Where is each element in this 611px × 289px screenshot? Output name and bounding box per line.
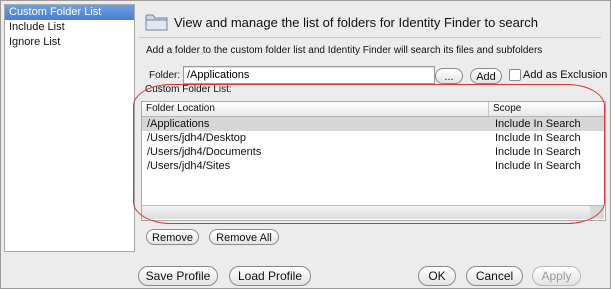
remove-all-button[interactable]: Remove All: [209, 229, 279, 245]
sidebar-item-ignore-list[interactable]: Ignore List: [5, 35, 134, 50]
add-as-exclusion-label: Add as Exclusion: [523, 69, 608, 81]
folder-path-input[interactable]: [183, 66, 435, 84]
section-header: View and manage the list of folders for …: [145, 8, 600, 36]
page-title: View and manage the list of folders for …: [174, 15, 538, 30]
add-as-exclusion-checkbox[interactable]: [509, 69, 521, 81]
ok-button[interactable]: OK: [418, 266, 456, 286]
sidebar-item-include-list[interactable]: Include List: [5, 20, 134, 35]
folder-label: Folder:: [149, 70, 181, 81]
apply-button[interactable]: Apply: [532, 266, 581, 286]
add-button[interactable]: Add: [470, 68, 502, 84]
sidebar: Custom Folder List Include List Ignore L…: [4, 4, 135, 252]
folder-icon: [145, 14, 168, 31]
save-profile-button[interactable]: Save Profile: [138, 266, 218, 286]
description-text: Add a folder to the custom folder list a…: [146, 45, 543, 56]
highlight-annotation: [133, 84, 605, 224]
sidebar-item-custom-folder-list[interactable]: Custom Folder List: [5, 5, 134, 20]
divider: [139, 37, 601, 38]
browse-button[interactable]: ...: [435, 68, 463, 84]
load-profile-button[interactable]: Load Profile: [229, 266, 311, 286]
cancel-button[interactable]: Cancel: [466, 266, 523, 286]
remove-button[interactable]: Remove: [146, 229, 199, 245]
